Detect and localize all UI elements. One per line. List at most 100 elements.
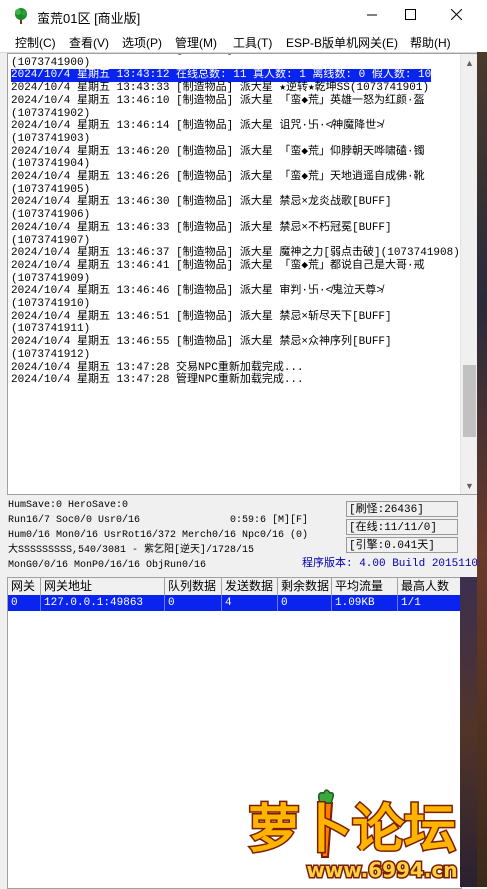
- tree-icon[interactable]: [12, 7, 30, 25]
- log-line-text: 2024/10/4 星期五 13:46:37 [制造物品] 派大星 魔神之力[弱…: [11, 247, 460, 260]
- log-line-text: 2024/10/4 星期五 13:43:33 [制造物品] 派大星 ★逆转★乾坤…: [11, 82, 430, 95]
- log-scrollbar[interactable]: ▲ ▼: [460, 54, 478, 494]
- log-line: 2024/10/4 星期五 13:46:41 [制造物品] 派大星 「蛮◆荒」都…: [11, 260, 461, 273]
- log-line-text: (1073741910): [11, 298, 91, 311]
- log-line: (1073741909): [11, 273, 461, 286]
- log-line: (1073741900): [11, 57, 461, 70]
- column-queue[interactable]: 队列数据: [165, 578, 222, 595]
- log-line-text: 2024/10/4 星期五 13:46:14 [制造物品] 派大星 诅咒·卐·≮…: [11, 120, 383, 133]
- column-gateway[interactable]: 网关: [8, 578, 41, 595]
- maximize-icon: [404, 9, 416, 23]
- log-line-text: 2024/10/4 星期五 13:42:09 [制造物品] 派大星 ★【破世中也…: [11, 54, 418, 56]
- cell-address: 127.0.0.1:49863: [41, 595, 165, 611]
- log-line-text: 2024/10/4 星期五 13:47:28 交易NPC重新加载完成...: [11, 361, 304, 374]
- log-line: 2024/10/4 星期五 13:46:30 [制造物品] 派大星 禁忌×龙炎战…: [11, 196, 461, 209]
- column-remaining[interactable]: 剩余数据: [278, 578, 332, 595]
- log-line-text: 2024/10/4 星期五 13:46:46 [制造物品] 派大星 审判·卐·≮…: [11, 285, 383, 298]
- log-line: 2024/10/4 星期五 13:46:26 [制造物品] 派大星 「蛮◆荒」天…: [11, 171, 461, 184]
- cell-avg-traffic: 1.09KB: [332, 595, 398, 611]
- log-line: 2024/10/4 星期五 13:46:10 [制造物品] 派大星 「蛮◆荒」英…: [11, 95, 461, 108]
- maximize-button[interactable]: [387, 0, 433, 32]
- engine-uptime: [引擎:0.041天]: [346, 537, 458, 553]
- status-panel: HumSave:0 HeroSave:0 Run16/7 Soc0/0 Usr0…: [0, 497, 487, 579]
- cell-gateway: 0: [8, 595, 41, 611]
- cell-queue: 0: [165, 595, 222, 611]
- refresh-counter: [刷怪:26436]: [346, 501, 458, 517]
- status-save: HumSave:0 HeroSave:0: [8, 500, 129, 511]
- cell-max-users: 1/1: [401, 597, 421, 609]
- menu-options[interactable]: 选项(P): [122, 34, 162, 51]
- watermark-url: www.6994.cn: [306, 858, 457, 882]
- log-line-text: (1073741912): [11, 348, 91, 361]
- log-line-text: 2024/10/4 星期五 13:46:55 [制造物品] 派大星 禁忌×众神序…: [11, 336, 392, 349]
- close-button[interactable]: [433, 0, 479, 32]
- log-line-text: (1073741903): [11, 132, 91, 145]
- log-line-text: (1073741905): [11, 183, 91, 196]
- program-version: 程序版本: 4.00 Build 20151104: [302, 558, 485, 570]
- log-line-text: (1073741909): [11, 272, 91, 285]
- log-line-text: (1073741911): [11, 323, 91, 336]
- cell-remaining: 0: [278, 595, 332, 611]
- scroll-down-icon[interactable]: ▼: [461, 477, 478, 494]
- log-line: 2024/10/4 星期五 13:46:20 [制造物品] 派大星 「蛮◆荒」仰…: [11, 146, 461, 159]
- title-bar: 蛮荒01区 [商业版]: [0, 0, 487, 32]
- background-game-art: [477, 52, 487, 887]
- forum-watermark: 萝卜论坛 www.6994.cn: [232, 785, 472, 885]
- online-counter: [在线:11/11/0]: [346, 519, 458, 535]
- minimize-icon: [367, 9, 377, 23]
- log-line: 2024/10/4 星期五 13:47:28 管理NPC重新加载完成...: [11, 374, 461, 387]
- watermark-brand: 萝卜论坛: [248, 800, 456, 860]
- log-line-text: (1073741904): [11, 158, 91, 171]
- log-line: 2024/10/4 星期五 13:46:55 [制造物品] 派大星 禁忌×众神序…: [11, 336, 461, 349]
- log-line: 2024/10/4 星期五 13:46:46 [制造物品] 派大星 审判·卐·≮…: [11, 285, 461, 298]
- log-lines: 2024/10/4 星期五 13:42:09 [制造物品] 派大星 ★【破世中也…: [11, 54, 461, 387]
- log-line: (1073741902): [11, 108, 461, 121]
- log-line: (1073741907): [11, 235, 461, 248]
- column-address[interactable]: 网关地址: [41, 578, 165, 595]
- log-line: 2024/10/4 星期五 13:46:14 [制造物品] 派大星 诅咒·卐·≮…: [11, 120, 461, 133]
- log-line-text: (1073741907): [11, 234, 91, 247]
- log-line-text: 2024/10/4 星期五 13:46:41 [制造物品] 派大星 「蛮◆荒」都…: [11, 259, 425, 272]
- log-line: 2024/10/4 星期五 13:47:28 交易NPC重新加载完成...: [11, 362, 461, 375]
- log-line-text: (1073741900): [11, 56, 91, 69]
- log-line: (1073741911): [11, 323, 461, 336]
- scroll-up-icon[interactable]: ▲: [461, 54, 478, 71]
- log-line: 2024/10/4 星期五 13:46:33 [制造物品] 派大星 禁忌×不朽冠…: [11, 222, 461, 235]
- table-row[interactable]: 0 127.0.0.1:49863 0 4 0 1.09KB 1/1: [8, 595, 461, 611]
- log-line-text: 2024/10/4 星期五 13:46:33 [制造物品] 派大星 禁忌×不朽冠…: [11, 221, 392, 234]
- log-line-text: 2024/10/4 星期五 13:47:28 管理NPC重新加载完成...: [11, 374, 304, 387]
- status-run: Run16/7 Soc0/0 Usr0/16: [8, 515, 141, 526]
- log-line: (1073741912): [11, 349, 461, 362]
- log-line-text: 2024/10/4 星期五 13:46:30 [制造物品] 派大星 禁忌×龙炎战…: [11, 196, 392, 209]
- menu-control[interactable]: 控制(C): [15, 34, 56, 51]
- log-line-text: 2024/10/4 星期五 13:46:10 [制造物品] 派大星 「蛮◆荒」英…: [11, 94, 425, 107]
- log-line-text: 2024/10/4 星期五 13:46:26 [制造物品] 派大星 「蛮◆荒」天…: [11, 171, 425, 184]
- window-title: 蛮荒01区 [商业版]: [37, 11, 141, 26]
- status-top-player: 大SSSSSSSSS,540/3081 - 紫乞阳[逆天]/1728/15: [8, 545, 255, 556]
- log-line-text: (1073741906): [11, 209, 91, 222]
- log-line: (1073741903): [11, 133, 461, 146]
- menu-manage[interactable]: 管理(M): [175, 34, 217, 51]
- table-header: 网关 网关地址 队列数据 发送数据 剩余数据 平均流量 最高人数: [8, 578, 461, 596]
- menu-tools[interactable]: 工具(T): [233, 34, 272, 51]
- log-line-text: 2024/10/4 星期五 13:46:20 [制造物品] 派大星 「蛮◆荒」仰…: [11, 145, 425, 158]
- log-line: 2024/10/4 星期五 13:43:33 [制造物品] 派大星 ★逆转★乾坤…: [11, 82, 461, 95]
- log-line-text: (1073741902): [11, 107, 91, 120]
- column-sent[interactable]: 发送数据: [222, 578, 278, 595]
- menu-gateway[interactable]: ESP-B版单机网关(E): [286, 34, 398, 51]
- menu-bar: 控制(C) 查看(V) 选项(P) 管理(M) 工具(T) ESP-B版单机网关…: [0, 32, 487, 53]
- scroll-thumb[interactable]: [463, 364, 476, 437]
- cell-sent: 4: [222, 595, 278, 611]
- log-line-text: 2024/10/4 星期五 13:43:12 在线总数: 11 真人数: 1 离…: [11, 69, 432, 83]
- column-avg-traffic[interactable]: 平均流量: [332, 578, 398, 595]
- menu-view[interactable]: 查看(V): [69, 34, 109, 51]
- log-line: 2024/10/4 星期五 13:43:12 在线总数: 11 真人数: 1 离…: [11, 69, 461, 83]
- status-monsters: MonG0/0/16 MonP0/16/16 ObjRun0/16: [8, 560, 207, 571]
- column-max-users[interactable]: 最高人数: [398, 578, 461, 595]
- log-line: (1073741904): [11, 158, 461, 171]
- log-panel[interactable]: 2024/10/4 星期五 13:42:09 [制造物品] 派大星 ★【破世中也…: [7, 53, 479, 495]
- menu-help[interactable]: 帮助(H): [410, 34, 451, 51]
- status-timer: 0:59:6 [M][F]: [230, 515, 309, 526]
- log-line: 2024/10/4 星期五 13:46:51 [制造物品] 派大星 禁忌×斩尽天…: [11, 311, 461, 324]
- close-icon: [450, 8, 462, 23]
